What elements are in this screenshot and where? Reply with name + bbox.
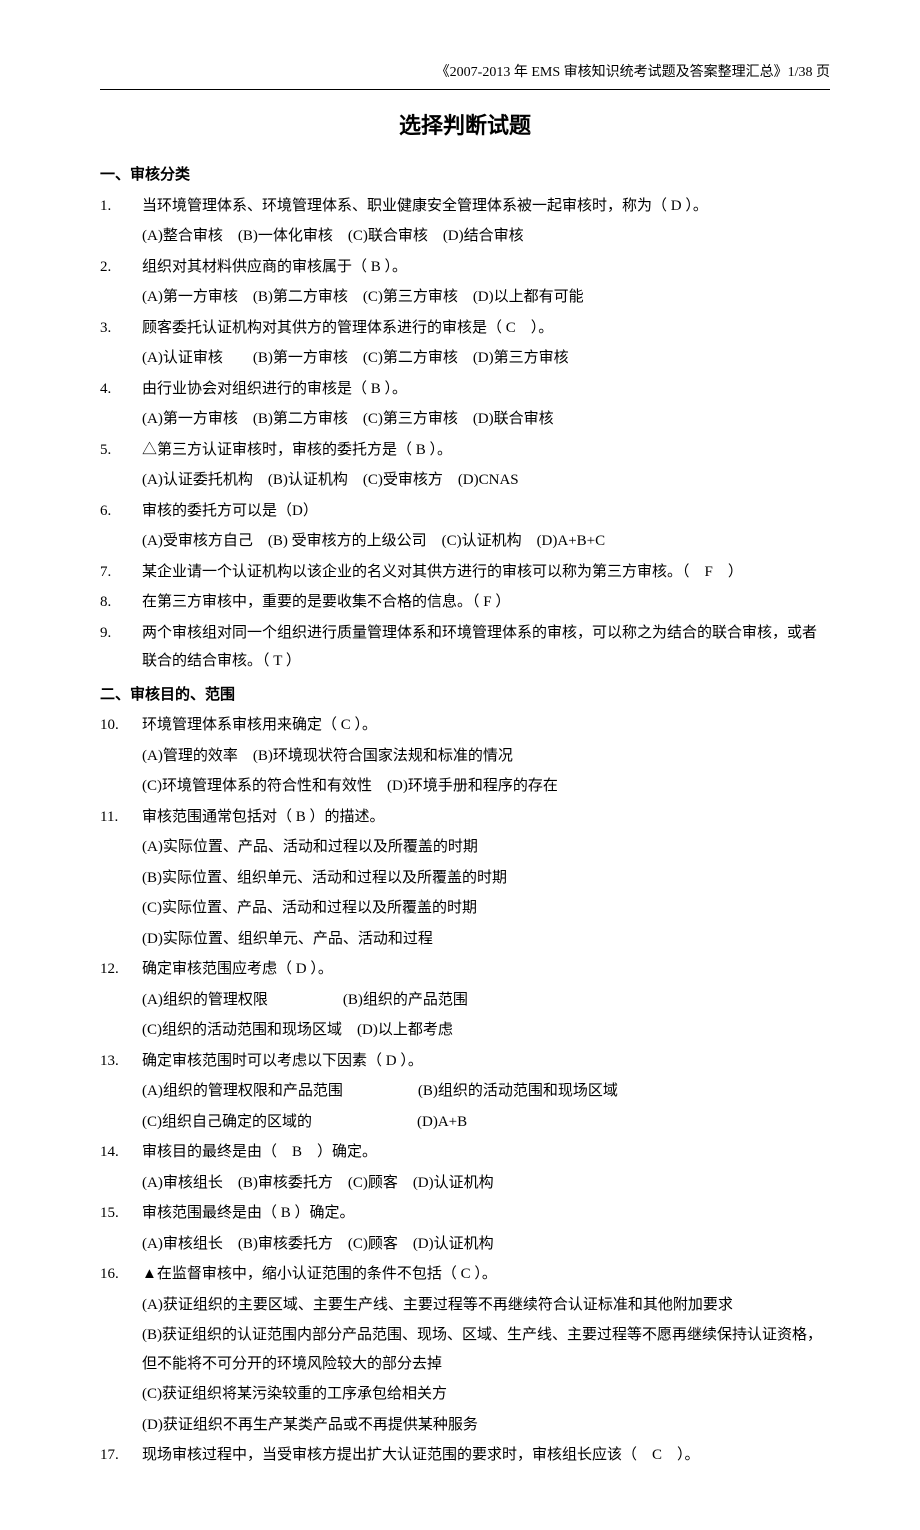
q-num: 11. xyxy=(100,803,142,832)
q-num: 15. xyxy=(100,1199,142,1228)
document-title: 选择判断试题 xyxy=(100,105,830,147)
q-num: 6. xyxy=(100,497,142,526)
question-row: 9.两个审核组对同一个组织进行质量管理体系和环境管理体系的审核，可以称之为结合的… xyxy=(100,619,830,676)
question-row: 10.环境管理体系审核用来确定（ C ）。 xyxy=(100,711,830,740)
option-line: (A)组织的管理权限和产品范围 (B)组织的活动范围和现场区域 xyxy=(142,1077,830,1106)
q-options: (A)第一方审核 (B)第二方审核 (C)第三方审核 (D)联合审核 xyxy=(100,405,830,434)
question-row: 16.▲在监督审核中，缩小认证范围的条件不包括（ C ）。 xyxy=(100,1260,830,1289)
question-row: 8.在第三方审核中，重要的是要收集不合格的信息。（ F ） xyxy=(100,588,830,617)
q-options: (A)整合审核 (B)一体化审核 (C)联合审核 (D)结合审核 xyxy=(100,222,830,251)
q-options: (A)第一方审核 (B)第二方审核 (C)第三方审核 (D)以上都有可能 xyxy=(100,283,830,312)
q-options: (A)组织的管理权限 (B)组织的产品范围 (C)组织的活动范围和现场区域 (D… xyxy=(100,986,830,1045)
q-text: 组织对其材料供应商的审核属于（ B ）。 xyxy=(142,253,830,282)
q-text: 确定审核范围时可以考虑以下因素（ D ）。 xyxy=(142,1047,830,1076)
q-num: 17. xyxy=(100,1441,142,1470)
q-text: ▲在监督审核中，缩小认证范围的条件不包括（ C ）。 xyxy=(142,1260,830,1289)
q-text: 审核目的最终是由（ B ）确定。 xyxy=(142,1138,830,1167)
q-num: 9. xyxy=(100,619,142,676)
question-row: 12.确定审核范围应考虑（ D ）。 xyxy=(100,955,830,984)
q-options: (A)认证委托机构 (B)认证机构 (C)受审核方 (D)CNAS xyxy=(100,466,830,495)
q-num: 7. xyxy=(100,558,142,587)
q-options: (A)获证组织的主要区域、主要生产线、主要过程等不再继续符合认证标准和其他附加要… xyxy=(100,1291,830,1440)
section-2-head: 二、审核目的、范围 xyxy=(100,681,830,710)
question-row: 13.确定审核范围时可以考虑以下因素（ D ）。 xyxy=(100,1047,830,1076)
option-line: (B)实际位置、组织单元、活动和过程以及所覆盖的时期 xyxy=(142,864,830,893)
question-row: 1.当环境管理体系、环境管理体系、职业健康安全管理体系被一起审核时，称为（ D … xyxy=(100,192,830,221)
q-text: 由行业协会对组织进行的审核是（ B ）。 xyxy=(142,375,830,404)
option-line: (C)组织的活动范围和现场区域 (D)以上都考虑 xyxy=(142,1016,830,1045)
option-line: (A)组织的管理权限 (B)组织的产品范围 xyxy=(142,986,830,1015)
q-text: 某企业请一个认证机构以该企业的名义对其供方进行的审核可以称为第三方审核。（ F … xyxy=(142,558,830,587)
question-row: 11.审核范围通常包括对（ B ）的描述。 xyxy=(100,803,830,832)
q-options: (A)审核组长 (B)审核委托方 (C)顾客 (D)认证机构 xyxy=(100,1230,830,1259)
q-text: 确定审核范围应考虑（ D ）。 xyxy=(142,955,830,984)
option-line: (C)实际位置、产品、活动和过程以及所覆盖的时期 xyxy=(142,894,830,923)
option-line: (D)实际位置、组织单元、产品、活动和过程 xyxy=(142,925,830,954)
q-num: 3. xyxy=(100,314,142,343)
q-num: 12. xyxy=(100,955,142,984)
q-num: 2. xyxy=(100,253,142,282)
option-line: (C)组织自己确定的区域的 (D)A+B xyxy=(142,1108,830,1137)
q-num: 1. xyxy=(100,192,142,221)
page-header: 《2007-2013 年 EMS 审核知识统考试题及答案整理汇总》1/38 页 xyxy=(100,60,830,90)
q-text: △第三方认证审核时，审核的委托方是（ B ）。 xyxy=(142,436,830,465)
q-num: 13. xyxy=(100,1047,142,1076)
question-row: 17.现场审核过程中，当受审核方提出扩大认证范围的要求时，审核组长应该（ C ）… xyxy=(100,1441,830,1470)
question-row: 14.审核目的最终是由（ B ）确定。 xyxy=(100,1138,830,1167)
q-text: 顾客委托认证机构对其供方的管理体系进行的审核是（ C ）。 xyxy=(142,314,830,343)
question-row: 2.组织对其材料供应商的审核属于（ B ）。 xyxy=(100,253,830,282)
option-line: (A)获证组织的主要区域、主要生产线、主要过程等不再继续符合认证标准和其他附加要… xyxy=(142,1291,830,1320)
q-options: (A)管理的效率 (B)环境现状符合国家法规和标准的情况 (C)环境管理体系的符… xyxy=(100,742,830,801)
q-text: 在第三方审核中，重要的是要收集不合格的信息。（ F ） xyxy=(142,588,830,617)
question-row: 4.由行业协会对组织进行的审核是（ B ）。 xyxy=(100,375,830,404)
option-line: (C)获证组织将某污染较重的工序承包给相关方 xyxy=(142,1380,830,1409)
option-line: (D)获证组织不再生产某类产品或不再提供某种服务 xyxy=(142,1411,830,1440)
q-text: 审核范围最终是由（ B ）确定。 xyxy=(142,1199,830,1228)
q-num: 10. xyxy=(100,711,142,740)
q-options: (A)审核组长 (B)审核委托方 (C)顾客 (D)认证机构 xyxy=(100,1169,830,1198)
q-text: 环境管理体系审核用来确定（ C ）。 xyxy=(142,711,830,740)
q-options: (A)认证审核 (B)第一方审核 (C)第二方审核 (D)第三方审核 xyxy=(100,344,830,373)
question-row: 6.审核的委托方可以是（D） xyxy=(100,497,830,526)
q-options: (A)实际位置、产品、活动和过程以及所覆盖的时期 (B)实际位置、组织单元、活动… xyxy=(100,833,830,953)
q-text: 两个审核组对同一个组织进行质量管理体系和环境管理体系的审核，可以称之为结合的联合… xyxy=(142,619,830,676)
q-num: 4. xyxy=(100,375,142,404)
option-line: (B)获证组织的认证范围内部分产品范围、现场、区域、生产线、主要过程等不愿再继续… xyxy=(142,1321,830,1378)
question-row: 3.顾客委托认证机构对其供方的管理体系进行的审核是（ C ）。 xyxy=(100,314,830,343)
q-text: 审核范围通常包括对（ B ）的描述。 xyxy=(142,803,830,832)
q-options: (A)受审核方自己 (B) 受审核方的上级公司 (C)认证机构 (D)A+B+C xyxy=(100,527,830,556)
q-num: 16. xyxy=(100,1260,142,1289)
q-text: 审核的委托方可以是（D） xyxy=(142,497,830,526)
question-row: 15.审核范围最终是由（ B ）确定。 xyxy=(100,1199,830,1228)
q-num: 5. xyxy=(100,436,142,465)
option-line: (A)实际位置、产品、活动和过程以及所覆盖的时期 xyxy=(142,833,830,862)
q-options: (A)组织的管理权限和产品范围 (B)组织的活动范围和现场区域 (C)组织自己确… xyxy=(100,1077,830,1136)
q-text: 现场审核过程中，当受审核方提出扩大认证范围的要求时，审核组长应该（ C ）。 xyxy=(142,1441,830,1470)
option-line: (C)环境管理体系的符合性和有效性 (D)环境手册和程序的存在 xyxy=(142,772,830,801)
section-1-head: 一、审核分类 xyxy=(100,161,830,190)
q-num: 8. xyxy=(100,588,142,617)
question-row: 5.△第三方认证审核时，审核的委托方是（ B ）。 xyxy=(100,436,830,465)
question-row: 7.某企业请一个认证机构以该企业的名义对其供方进行的审核可以称为第三方审核。（ … xyxy=(100,558,830,587)
option-line: (A)管理的效率 (B)环境现状符合国家法规和标准的情况 xyxy=(142,742,830,771)
q-text: 当环境管理体系、环境管理体系、职业健康安全管理体系被一起审核时，称为（ D ）。 xyxy=(142,192,830,221)
q-num: 14. xyxy=(100,1138,142,1167)
